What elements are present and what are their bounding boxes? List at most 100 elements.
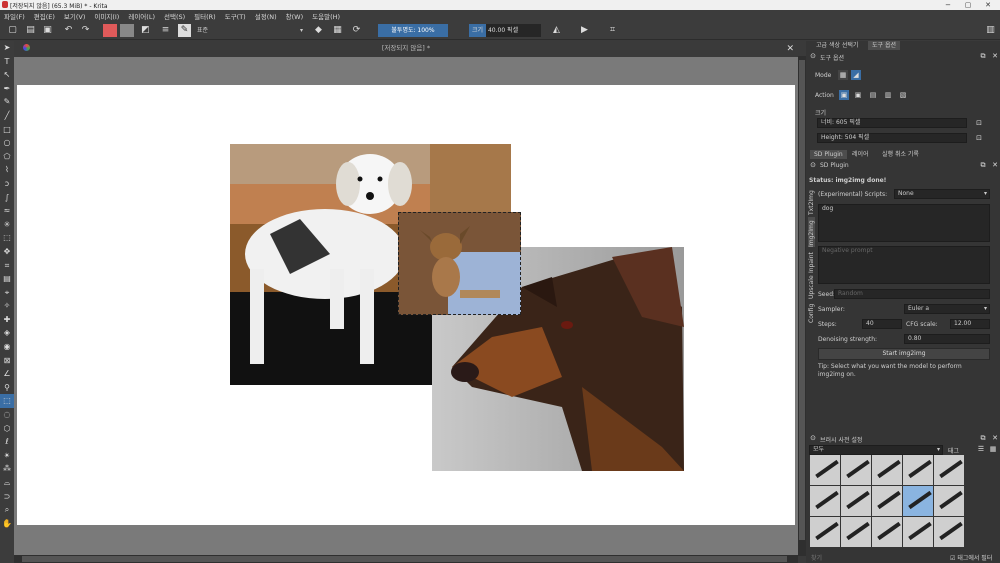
brush-preset-item[interactable] <box>841 455 871 485</box>
brush-preset-item[interactable] <box>810 486 840 516</box>
action-add-icon[interactable]: ▤ <box>868 90 878 100</box>
canvas-paper[interactable] <box>17 85 795 525</box>
brush-preset-item[interactable] <box>934 486 964 516</box>
rectangular-selection-icon[interactable]: ⬚ <box>0 394 14 409</box>
similar-color-selection-icon[interactable]: ⁂ <box>0 462 14 476</box>
cfg-input[interactable]: 12.00 <box>950 319 990 329</box>
menu-help[interactable]: 도움말(H) <box>312 11 340 21</box>
brush-preset-item-selected[interactable] <box>903 486 933 516</box>
sd-float-icon[interactable]: ⧉ <box>978 160 988 170</box>
brush-preset-item[interactable] <box>841 486 871 516</box>
reference-images-icon[interactable]: ⚲ <box>0 381 14 395</box>
tab-layers[interactable]: 레이어 <box>848 150 873 159</box>
prompt-textarea[interactable]: dog <box>818 204 990 242</box>
enclose-fill-icon[interactable]: ◉ <box>0 340 14 354</box>
color-picker-icon[interactable]: ⌖ <box>0 286 14 300</box>
brush-preset-item[interactable] <box>810 455 840 485</box>
horizontal-scrollbar[interactable] <box>14 555 798 563</box>
brush-preset-item[interactable] <box>841 517 871 547</box>
smart-patch-icon[interactable]: ✚ <box>0 313 14 327</box>
brush-preset-item[interactable] <box>903 455 933 485</box>
assistant-tool-icon[interactable]: ⊠ <box>0 354 14 368</box>
fill-patterns-icon[interactable]: ≡ <box>159 24 172 37</box>
scripts-select[interactable]: None ▾ <box>894 189 990 199</box>
brush-panel-lock-icon[interactable]: ⊙ <box>808 433 818 443</box>
save-document-icon[interactable]: ▣ <box>41 24 54 37</box>
new-document-icon[interactable]: ▢ <box>6 24 19 37</box>
side-tab-upscale[interactable]: Upscale <box>808 275 815 299</box>
side-tab-img2img[interactable]: Img2Img <box>808 217 815 247</box>
height-field[interactable]: Height: 504 픽셀 <box>817 133 967 143</box>
brush-search-input[interactable]: 찾기 <box>811 553 822 562</box>
brush-preset-item[interactable] <box>903 517 933 547</box>
mode-rectangle-icon[interactable]: ▦ <box>838 70 848 80</box>
bezier-selection-icon[interactable]: ⌓ <box>0 476 14 490</box>
mirror-horizontal-icon[interactable]: ◭ <box>550 24 563 37</box>
eraser-mode-icon[interactable]: ◆ <box>312 24 325 37</box>
canvas-area[interactable]: [저장되지 않음] * ✕ <box>14 41 798 556</box>
negative-prompt-textarea[interactable]: Negative prompt <box>818 246 990 284</box>
panel-lock-icon[interactable]: ⊙ <box>808 51 818 61</box>
open-document-icon[interactable]: ▤ <box>24 24 37 37</box>
menu-image[interactable]: 이미지(I) <box>94 11 119 21</box>
tab-tool-options[interactable]: 도구 옵션 <box>868 41 900 50</box>
tag-label[interactable]: 태그 <box>948 446 959 455</box>
side-tab-inpaint[interactable]: Inpaint <box>808 249 815 273</box>
maximize-button[interactable]: ▢ <box>958 0 978 10</box>
menu-settings[interactable]: 설정(N) <box>255 11 277 21</box>
close-window-button[interactable]: ✕ <box>978 0 998 10</box>
transform-tool-icon[interactable]: ⬚ <box>0 231 14 245</box>
colorize-mask-icon[interactable]: ✧ <box>0 299 14 313</box>
action-intersect-icon[interactable]: ▣ <box>853 90 863 100</box>
edit-shapes-icon[interactable]: ↖ <box>0 68 14 82</box>
brush-preset-item[interactable] <box>872 486 902 516</box>
vertical-scroll-thumb[interactable] <box>799 60 805 540</box>
vertical-scrollbar[interactable] <box>798 56 806 556</box>
tab-undo-history[interactable]: 실행 취소 기록 <box>878 150 923 159</box>
grid-view-icon[interactable]: ▦ <box>988 444 998 454</box>
horizontal-scroll-thumb[interactable] <box>22 556 787 562</box>
sampler-select[interactable]: Euler a ▾ <box>904 304 990 314</box>
brush-preset-item[interactable] <box>934 517 964 547</box>
width-lock-icon[interactable]: ⊡ <box>974 118 984 128</box>
seed-input[interactable]: Random <box>834 289 990 299</box>
menu-edit[interactable]: 편집(E) <box>34 11 55 21</box>
sd-panel-lock-icon[interactable]: ⊙ <box>808 160 818 170</box>
zoom-tool-icon[interactable]: ⌕ <box>0 503 14 517</box>
selection-marquee[interactable] <box>398 212 521 315</box>
menu-filter[interactable]: 필터(R) <box>194 11 216 21</box>
crop-tool-icon[interactable]: ⌗ <box>0 259 14 273</box>
gradient-tool-icon[interactable]: ▤ <box>0 272 14 286</box>
move-tool-icon[interactable]: ✥ <box>0 245 14 259</box>
brush-preset-item[interactable] <box>810 517 840 547</box>
menu-file[interactable]: 파일(F) <box>4 11 25 21</box>
menu-view[interactable]: 보기(V) <box>64 11 85 21</box>
mirror-vertical-icon[interactable]: ▶ <box>578 24 591 37</box>
menu-tools[interactable]: 도구(T) <box>225 11 246 21</box>
menu-select[interactable]: 선택(S) <box>164 11 185 21</box>
canvas-only-icon[interactable]: ▥ <box>984 24 997 37</box>
background-color-swatch[interactable] <box>120 24 134 37</box>
redo-icon[interactable]: ↷ <box>79 24 92 37</box>
width-field[interactable]: 너비: 605 픽셀 <box>817 118 967 128</box>
side-tab-config[interactable]: Config <box>808 301 815 323</box>
dynamic-brush-icon[interactable]: ≈ <box>0 204 14 218</box>
brush-preset-icon[interactable]: ✎ <box>178 24 191 37</box>
sd-close-icon[interactable]: ✕ <box>990 160 1000 170</box>
height-lock-icon[interactable]: ⊡ <box>974 133 984 143</box>
foreground-color-swatch[interactable] <box>103 24 117 37</box>
opacity-slider[interactable]: 불투명도: 100% <box>378 24 448 37</box>
menu-window[interactable]: 창(W) <box>286 11 303 21</box>
brush-close-icon[interactable]: ✕ <box>990 433 1000 443</box>
measure-tool-icon[interactable]: ∠ <box>0 367 14 381</box>
filter-in-tag-checkbox[interactable]: ☑ 태그에서 필터 <box>950 553 992 562</box>
fill-tool-icon[interactable]: ◈ <box>0 326 14 340</box>
minimize-button[interactable]: − <box>938 0 958 10</box>
action-subtract-icon[interactable]: ▥ <box>883 90 893 100</box>
reload-preset-icon[interactable]: ⟳ <box>350 24 363 37</box>
action-replace-icon[interactable]: ▣ <box>839 90 849 100</box>
blend-mode-select[interactable]: 표준 ▾ <box>194 24 306 37</box>
freehand-path-icon[interactable]: ∫ <box>0 191 14 205</box>
undo-icon[interactable]: ↶ <box>62 24 75 37</box>
polygon-tool-icon[interactable]: ⬠ <box>0 150 14 164</box>
